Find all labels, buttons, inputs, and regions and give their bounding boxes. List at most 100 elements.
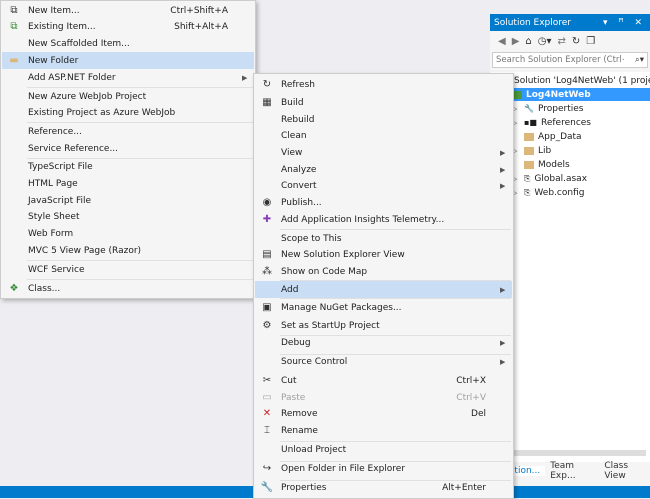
menu-item-manage-nuget-packages[interactable]: ▣ Manage NuGet Packages...: [255, 299, 512, 316]
menu-item-debug[interactable]: Debug ▶: [255, 334, 512, 351]
menu-item-label: New Item...: [28, 5, 80, 16]
menu-item-refresh[interactable]: ↻ Refresh: [255, 76, 512, 93]
menu-item-view[interactable]: View ▶: [255, 144, 512, 161]
publish-icon: ◉: [262, 197, 272, 208]
menu-item-paste[interactable]: ▭ Paste Ctrl+V: [255, 389, 512, 406]
tree-node-app-data[interactable]: App_Data: [512, 130, 582, 143]
menu-separator: [280, 480, 511, 481]
menu-item-class[interactable]: ❖ Class...: [2, 280, 254, 297]
menu-item-html-page[interactable]: HTML Page: [2, 175, 254, 192]
menu-item-label: Web Form: [28, 228, 74, 239]
menu-item-label: WCF Service: [28, 264, 85, 275]
menu-item-new-scaffolded-item[interactable]: New Scaffolded Item...: [2, 35, 254, 52]
menu-item-rename[interactable]: ⌶ Rename: [255, 422, 512, 439]
shortcut-label: Shift+Alt+A: [174, 21, 228, 32]
menu-item-existing-project-as-azure-webjob[interactable]: Existing Project as Azure WebJob: [2, 104, 254, 121]
build-icon: ▦: [262, 97, 272, 108]
menu-item-label: Build: [281, 97, 304, 108]
tree-node-lib[interactable]: ▷ Lib: [512, 144, 551, 157]
menu-item-clean[interactable]: Clean: [255, 127, 512, 144]
menu-item-existing-item[interactable]: ⧉ Existing Item... Shift+Alt+A: [2, 18, 254, 35]
menu-item-properties[interactable]: 🔧 Properties Alt+Enter: [255, 479, 512, 496]
code-map-icon: ⁂: [262, 266, 272, 277]
menu-item-label: New Azure WebJob Project: [28, 91, 147, 102]
menu-item-reference[interactable]: Reference...: [2, 123, 254, 140]
tree-node-models[interactable]: Models: [512, 158, 570, 171]
collapse-all-icon[interactable]: ❐: [586, 36, 595, 47]
search-icon[interactable]: ⌕▾: [635, 55, 647, 65]
refresh-icon[interactable]: ↻: [572, 36, 580, 47]
menu-item-label: Set as StartUp Project: [281, 320, 380, 331]
menu-item-build[interactable]: ▦ Build: [255, 94, 512, 111]
menu-item-label: New Solution Explorer View: [281, 249, 405, 260]
tree-node-web-config[interactable]: ▷ ⎘ Web.config: [512, 186, 584, 199]
menu-item-add-application-insights-telemetry[interactable]: ✚ Add Application Insights Telemetry...: [255, 211, 512, 228]
menu-item-add[interactable]: Add ▶: [255, 281, 512, 298]
menu-item-mvc-5-view-page-razor[interactable]: MVC 5 View Page (Razor): [2, 242, 254, 259]
menu-item-service-reference[interactable]: Service Reference...: [2, 140, 254, 157]
menu-item-label: Manage NuGet Packages...: [281, 302, 402, 313]
sync-icon[interactable]: ⇄: [558, 36, 566, 47]
submenu-arrow-icon: ▶: [500, 357, 506, 366]
menu-item-label: Scope to This: [281, 233, 342, 244]
submenu-arrow-icon: ▶: [500, 285, 506, 294]
menu-item-label: Rename: [281, 425, 318, 436]
menu-item-label: Show on Code Map: [281, 266, 368, 277]
horizontal-scrollbar[interactable]: [512, 450, 646, 456]
menu-item-new-azure-webjob-project[interactable]: New Azure WebJob Project: [2, 88, 254, 105]
menu-separator: [27, 279, 253, 280]
menu-item-label: Style Sheet: [28, 211, 80, 222]
menu-item-typescript-file[interactable]: TypeScript File: [2, 158, 254, 175]
menu-item-style-sheet[interactable]: Style Sheet: [2, 208, 254, 225]
menu-item-web-form[interactable]: Web Form: [2, 225, 254, 242]
menu-item-rebuild[interactable]: Rebuild: [255, 111, 512, 128]
search-input[interactable]: Search Solution Explorer (Ctrl+;) ⌕▾: [492, 52, 648, 68]
folder-icon: ▬: [9, 55, 19, 66]
tab-class-view[interactable]: Class View: [599, 461, 650, 481]
history-icon[interactable]: ◷▾: [538, 36, 552, 47]
menu-separator: [280, 229, 511, 230]
project-context-menu: ↻ Refresh ▦ Build Rebuild Clean View ▶ Analyze ▶ C…: [253, 73, 514, 499]
forward-icon[interactable]: ▶: [512, 36, 520, 47]
tree-node-properties[interactable]: ▷ 🔧 Properties: [512, 102, 583, 115]
menu-item-javascript-file[interactable]: JavaScript File: [2, 192, 254, 209]
menu-separator: [27, 122, 253, 123]
tree-node-global-asax[interactable]: ▷ ⎘ Global.asax: [512, 172, 587, 185]
tree-node-solution[interactable]: Solution 'Log4NetWeb' (1 project): [514, 74, 650, 87]
menu-item-label: Add: [281, 284, 299, 295]
tree-node-references[interactable]: ▷ ▪■ References: [512, 116, 591, 129]
menu-item-open-folder-in-file-explorer[interactable]: ↪ Open Folder in File Explorer: [255, 460, 512, 477]
menu-item-wcf-service[interactable]: WCF Service: [2, 261, 254, 278]
menu-item-label: Debug: [281, 337, 311, 348]
menu-item-source-control[interactable]: Source Control ▶: [255, 353, 512, 370]
menu-item-cut[interactable]: ✂ Cut Ctrl+X: [255, 372, 512, 389]
menu-item-add-asp-net-folder[interactable]: Add ASP.NET Folder ▶: [2, 69, 254, 86]
menu-item-label: View: [281, 147, 303, 158]
menu-item-label: Paste: [281, 392, 306, 403]
menu-item-new-item[interactable]: ⧉ New Item... Ctrl+Shift+A: [2, 2, 254, 19]
menu-item-label: Unload Project: [281, 444, 347, 455]
cut-icon: ✂: [262, 375, 272, 386]
search-placeholder: Search Solution Explorer (Ctrl+;): [496, 55, 624, 65]
menu-item-set-as-startup-project[interactable]: ⚙ Set as StartUp Project: [255, 317, 512, 334]
menu-item-new-folder[interactable]: ▬ New Folder: [2, 52, 254, 69]
tab-team-explorer[interactable]: Team Exp...: [545, 461, 599, 481]
menu-item-label: MVC 5 View Page (Razor): [28, 245, 142, 256]
menu-item-convert[interactable]: Convert ▶: [255, 177, 512, 194]
menu-item-unload-project[interactable]: Unload Project: [255, 441, 512, 458]
back-icon[interactable]: ◀: [498, 36, 506, 47]
shortcut-label: Del: [471, 408, 486, 419]
menu-item-analyze[interactable]: Analyze ▶: [255, 161, 512, 178]
menu-item-scope-to-this[interactable]: Scope to This: [255, 230, 512, 247]
menu-item-show-on-code-map[interactable]: ⁂ Show on Code Map: [255, 263, 512, 280]
menu-item-new-solution-explorer-view[interactable]: ▤ New Solution Explorer View: [255, 246, 512, 263]
shortcut-label: Ctrl+V: [456, 392, 486, 403]
menu-item-publish[interactable]: ◉ Publish...: [255, 194, 512, 211]
menu-item-remove[interactable]: ✕ Remove Del: [255, 405, 512, 422]
tree-node-project[interactable]: Log4NetWeb: [512, 88, 650, 101]
menu-item-label: Analyze: [281, 164, 317, 175]
new-item-icon: ⧉: [10, 5, 18, 16]
menu-separator: [280, 354, 511, 355]
panel-window-buttons[interactable]: ▾ ꟸ ✕: [603, 18, 650, 28]
home-icon[interactable]: ⌂: [525, 36, 531, 47]
